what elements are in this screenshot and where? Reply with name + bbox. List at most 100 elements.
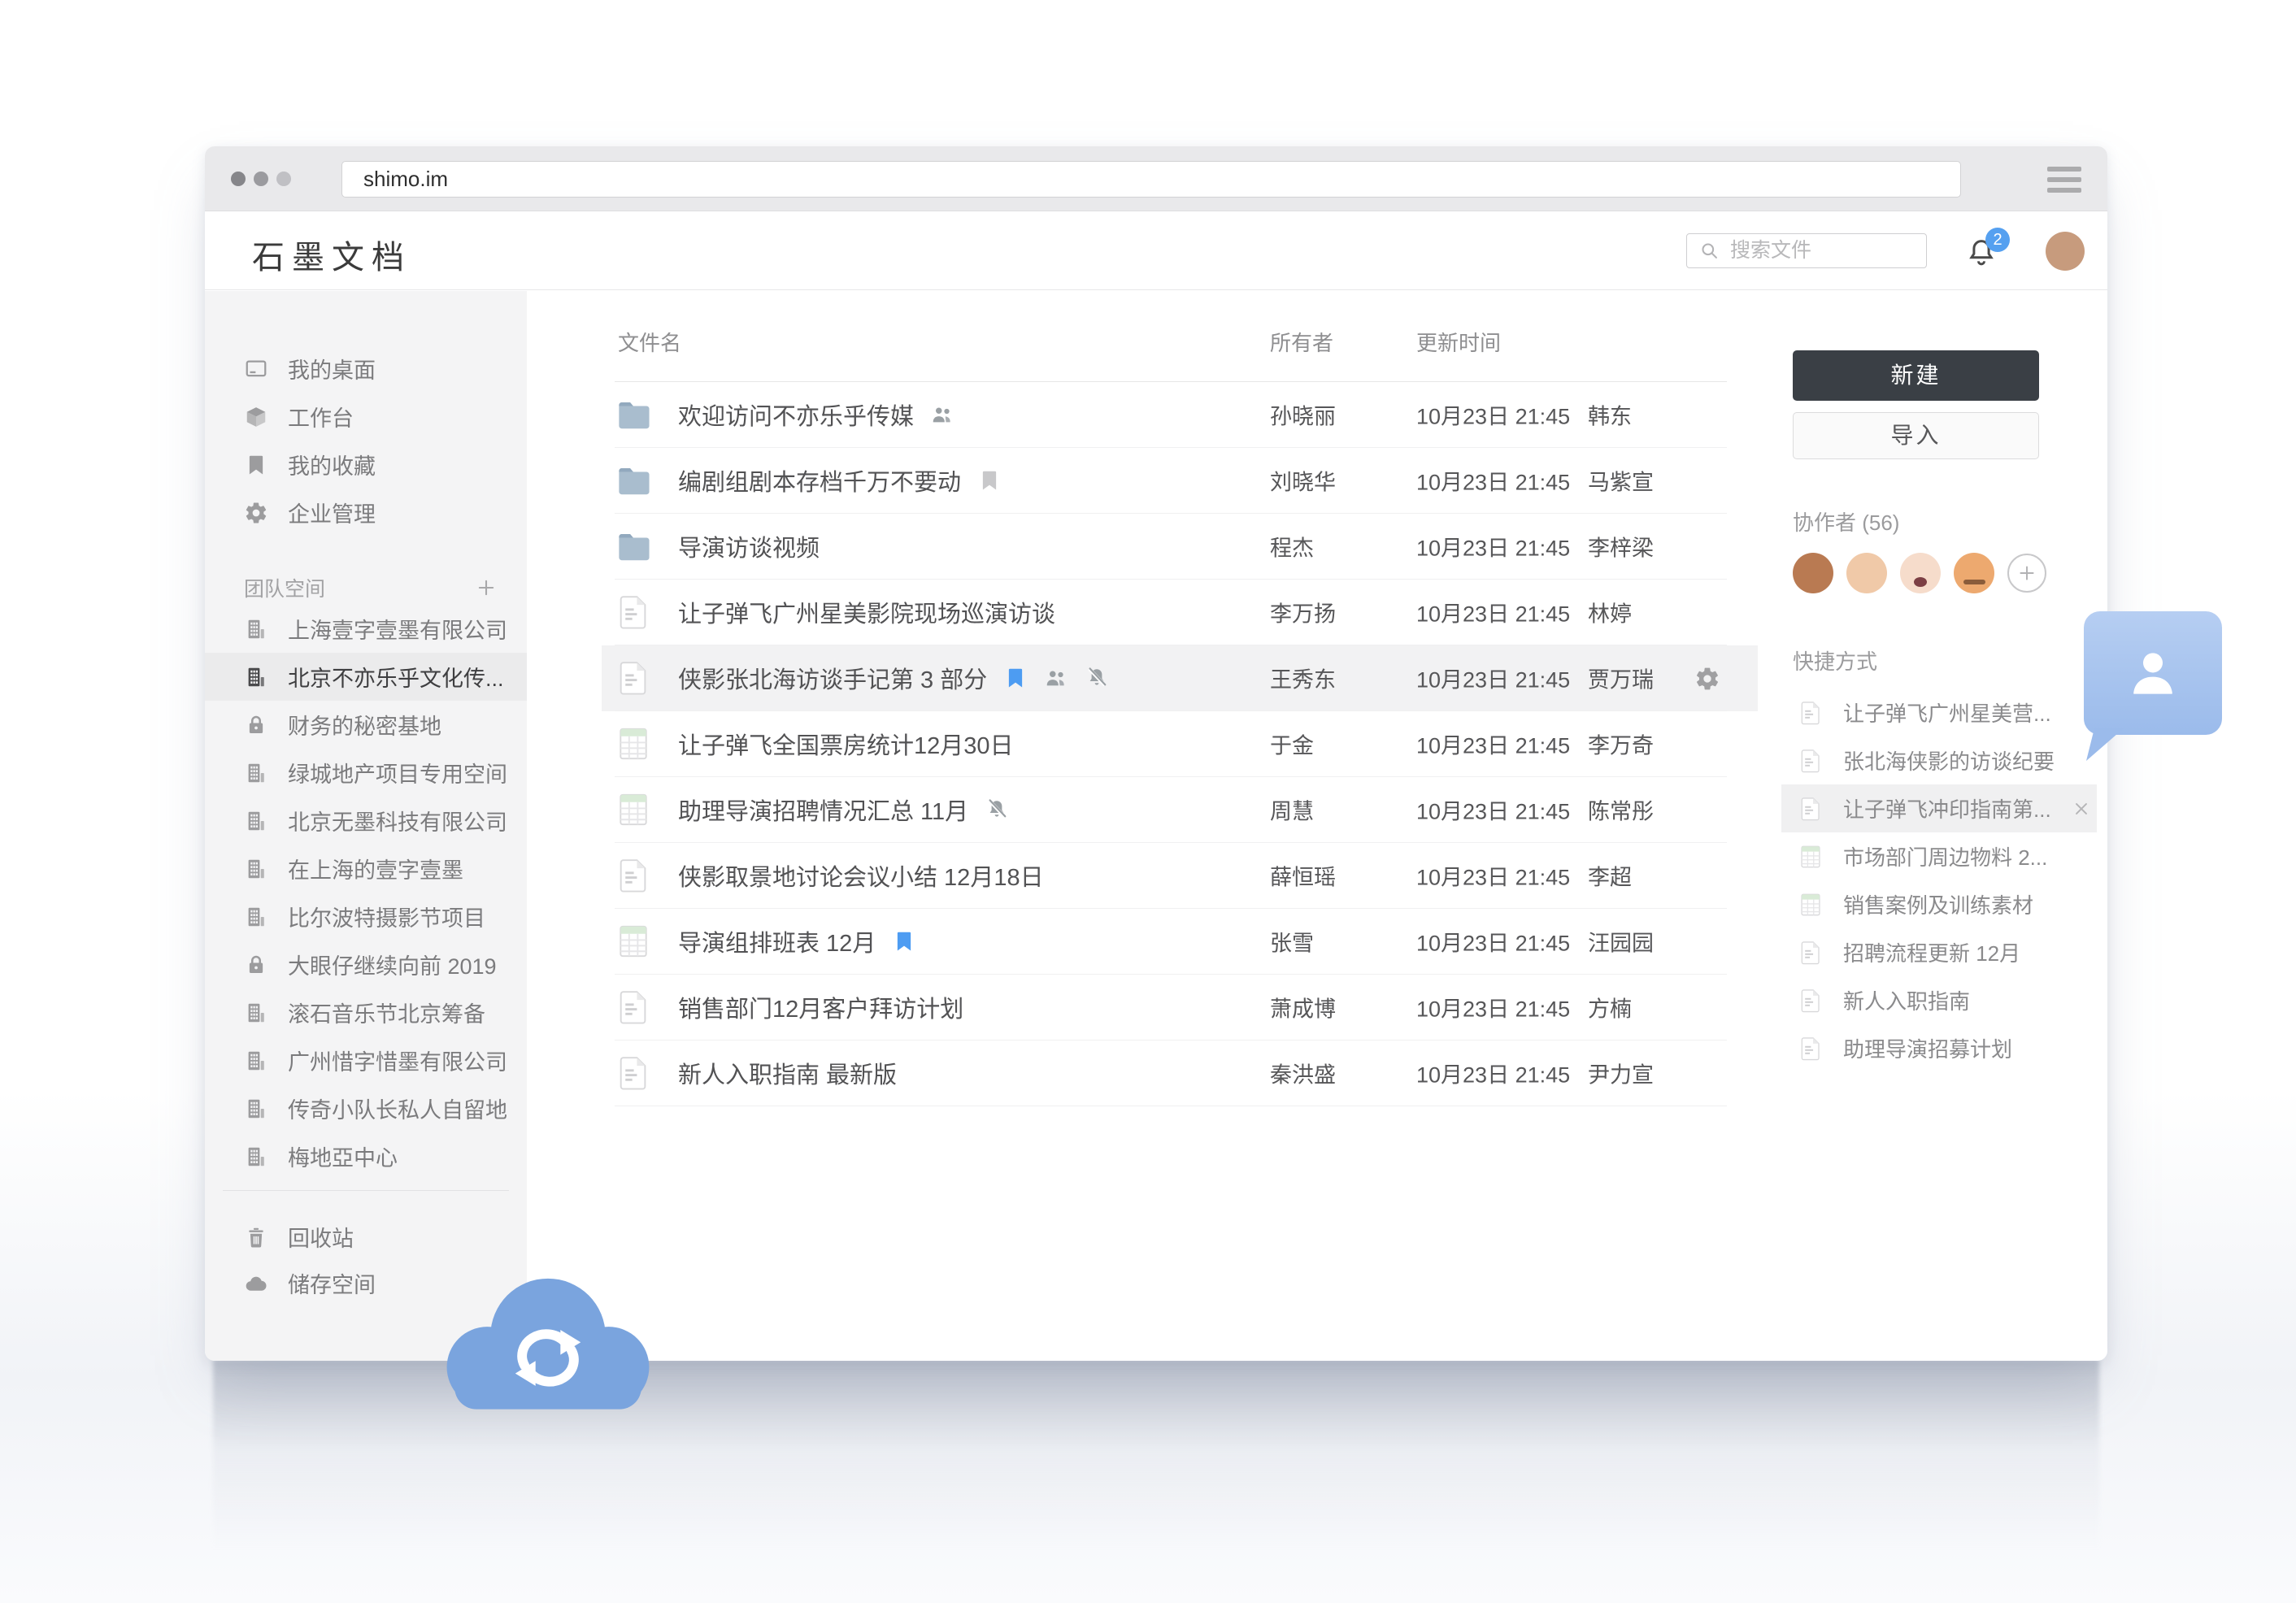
- new-button[interactable]: 新建: [1793, 350, 2039, 401]
- bookmark-icon: [1003, 666, 1028, 690]
- bell-muted-icon: [1085, 666, 1109, 690]
- column-header-updated[interactable]: 更新时间: [1416, 327, 1501, 357]
- file-modifier: 贾万瑞: [1588, 662, 1654, 694]
- shortcut-item[interactable]: 张北海侠影的访谈纪要: [1793, 736, 2092, 784]
- building-icon: [244, 905, 268, 929]
- sidebar-item-label: 我的收藏: [288, 449, 376, 480]
- collaborator-avatar[interactable]: [1793, 553, 1833, 593]
- add-collaborator-button[interactable]: [2007, 554, 2046, 593]
- team-space-item[interactable]: 比尔波特摄影节项目: [205, 893, 527, 941]
- person-icon: [2123, 642, 2183, 702]
- file-name: 编剧组剧本存档千万不要动: [678, 463, 961, 497]
- document-icon: [1798, 748, 1824, 774]
- sidebar-item-enterprise-admin[interactable]: 企业管理: [205, 489, 527, 537]
- column-header-owner[interactable]: 所有者: [1270, 327, 1333, 357]
- user-avatar[interactable]: [2046, 232, 2085, 271]
- file-row[interactable]: 侠影取景地讨论会议小结 12月18日 薛恒瑶 10月23日 21:45 李超: [615, 843, 1727, 909]
- search-input[interactable]: [1730, 239, 1915, 263]
- file-owner: 薛恒瑶: [1270, 860, 1336, 892]
- team-space-label: 在上海的壹字壹墨: [288, 853, 463, 884]
- collaborators-label: 协作者 (56): [1793, 506, 2092, 537]
- team-space-label: 比尔波特摄影节项目: [288, 901, 485, 932]
- file-row[interactable]: 让子弹飞全国票房统计12月30日 于金 10月23日 21:45 李万奇: [615, 711, 1727, 777]
- shortcut-item[interactable]: 市场部门周边物料 2...: [1793, 832, 2092, 880]
- team-space-item[interactable]: 绿城地产项目专用空间: [205, 749, 527, 797]
- team-space-item[interactable]: 上海壹字壹墨有限公司: [205, 605, 527, 653]
- team-space-label: 滚石音乐节北京筹备: [288, 997, 485, 1028]
- document-icon: [615, 593, 652, 631]
- browser-menu-icon[interactable]: [2047, 167, 2081, 193]
- team-space-item[interactable]: 财务的秘密基地: [205, 701, 527, 749]
- search-box[interactable]: [1686, 233, 1927, 268]
- shortcut-item[interactable]: 招聘流程更新 12月: [1793, 928, 2092, 976]
- sidebar-item-favorites[interactable]: 我的收藏: [205, 441, 527, 489]
- window-minimize-dot[interactable]: [254, 172, 268, 186]
- row-settings-gear-icon[interactable]: [1694, 665, 1720, 691]
- window-zoom-dot[interactable]: [276, 172, 291, 186]
- team-space-item[interactable]: 传奇小队长私人自留地: [205, 1084, 527, 1132]
- address-bar[interactable]: shimo.im: [341, 161, 1961, 198]
- file-row[interactable]: 编剧组剧本存档千万不要动 刘晓华 10月23日 21:45 马紫宣: [615, 448, 1727, 514]
- team-space-item[interactable]: 广州惜字惜墨有限公司: [205, 1036, 527, 1084]
- team-space-item[interactable]: 大眼仔继续向前 2019: [205, 941, 527, 988]
- shortcut-label: 新人入职指南: [1843, 985, 1970, 1015]
- file-updated: 10月23日 21:45: [1416, 531, 1570, 563]
- shortcut-item[interactable]: 新人入职指南: [1793, 976, 2092, 1024]
- team-space-item[interactable]: 北京无墨科技有限公司: [205, 797, 527, 845]
- file-row[interactable]: 让子弹飞广州星美影院现场巡演访谈 李万扬 10月23日 21:45 林婷: [615, 580, 1727, 645]
- team-space-label: 绿城地产项目专用空间: [288, 757, 507, 788]
- contact-bubble[interactable]: [2084, 611, 2230, 767]
- lock-icon: [244, 953, 268, 977]
- sidebar-item-my-desktop[interactable]: 我的桌面: [205, 345, 527, 393]
- team-space-item[interactable]: 在上海的壹字壹墨: [205, 845, 527, 893]
- notifications-button[interactable]: 2: [1964, 229, 2003, 272]
- team-space-item[interactable]: 滚石音乐节北京筹备: [205, 988, 527, 1036]
- sidebar-item-recycle-bin[interactable]: 回收站: [205, 1214, 527, 1260]
- file-modifier: 方楠: [1588, 992, 1632, 1023]
- file-row[interactable]: 新人入职指南 最新版 秦洪盛 10月23日 21:45 尹力宣: [615, 1040, 1727, 1106]
- file-list-header: 文件名 所有者 更新时间: [615, 291, 1727, 382]
- collaborator-avatar[interactable]: [1954, 553, 1994, 593]
- file-row[interactable]: 欢迎访问不亦乐乎传媒 孙晓丽 10月23日 21:45 韩东: [615, 382, 1727, 448]
- app-logo[interactable]: 石墨文档: [252, 231, 411, 278]
- import-button[interactable]: 导入: [1793, 412, 2039, 459]
- sidebar-item-label: 工作台: [288, 401, 354, 432]
- file-row[interactable]: 助理导演招聘情况汇总 11月 周慧 10月23日 21:45 陈常彤: [615, 777, 1727, 843]
- shortcut-label: 让子弹飞冲印指南第...: [1843, 793, 2051, 823]
- team-space-item[interactable]: 梅地亞中心: [205, 1132, 527, 1180]
- window-close-dot[interactable]: [231, 172, 246, 186]
- file-row[interactable]: 导演访谈视频 程杰 10月23日 21:45 李梓梁: [615, 514, 1727, 580]
- file-updated: 10月23日 21:45: [1416, 662, 1570, 694]
- file-modifier: 尹力宣: [1588, 1058, 1654, 1089]
- shortcut-label: 招聘流程更新 12月: [1843, 937, 2020, 967]
- shortcut-item[interactable]: 让子弹飞广州星美营...: [1793, 689, 2092, 736]
- column-header-name[interactable]: 文件名: [618, 327, 681, 357]
- file-row[interactable]: 销售部门12月客户拜访计划 萧成博 10月23日 21:45 方楠: [615, 975, 1727, 1040]
- shortcuts-label: 快捷方式: [1793, 645, 2092, 676]
- shortcut-item[interactable]: 销售案例及训练素材: [1793, 880, 2092, 928]
- add-team-space-icon[interactable]: [475, 576, 498, 599]
- shared-people-icon: [1044, 666, 1068, 690]
- team-space-item-active[interactable]: 北京不亦乐乎文化传...: [205, 653, 527, 701]
- sync-cloud-button[interactable]: [439, 1273, 657, 1423]
- building-icon: [244, 665, 268, 689]
- file-row-highlighted[interactable]: 侠影张北海访谈手记第 3 部分 王秀东 10月23日 21:45 贾万瑞: [615, 645, 1727, 711]
- sidebar-item-workbench[interactable]: 工作台: [205, 393, 527, 441]
- remove-shortcut-icon[interactable]: [2071, 798, 2092, 819]
- file-owner: 王秀东: [1270, 662, 1336, 694]
- collaborator-avatar[interactable]: [1846, 553, 1887, 593]
- shortcut-item-hovered[interactable]: 让子弹飞冲印指南第...: [1793, 784, 2092, 832]
- file-modifier: 汪园园: [1588, 926, 1654, 958]
- folder-icon: [615, 462, 652, 499]
- document-icon: [615, 988, 652, 1026]
- plus-icon: [2016, 563, 2037, 584]
- gear-icon: [244, 501, 268, 525]
- shortcut-label: 市场部门周边物料 2...: [1843, 841, 2047, 871]
- file-owner: 孙晓丽: [1270, 399, 1336, 431]
- file-row[interactable]: 导演组排班表 12月 张雪 10月23日 21:45 汪园园: [615, 909, 1727, 975]
- shortcut-item[interactable]: 助理导演招募计划: [1793, 1024, 2092, 1072]
- cloud-icon: [244, 1271, 268, 1296]
- file-updated: 10月23日 21:45: [1416, 465, 1570, 497]
- building-icon: [244, 809, 268, 833]
- collaborator-avatar[interactable]: [1900, 553, 1941, 593]
